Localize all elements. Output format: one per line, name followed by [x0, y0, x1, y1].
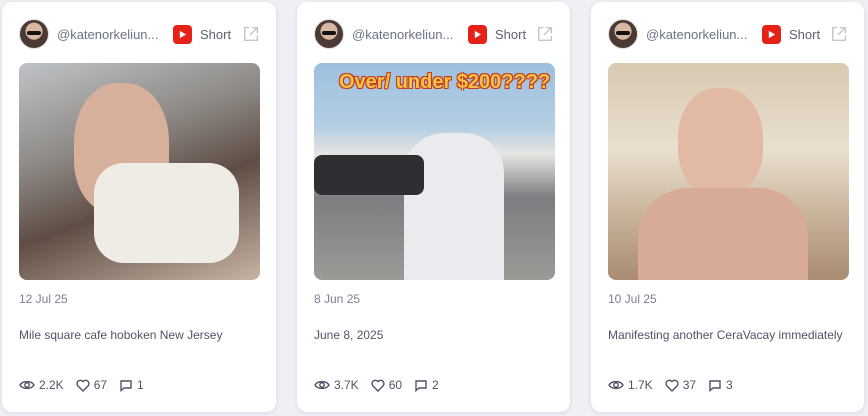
comments-count: 3 — [726, 378, 733, 392]
views-count: 3.7K — [334, 378, 359, 392]
avatar[interactable] — [314, 19, 344, 49]
youtube-icon — [762, 24, 781, 44]
post-caption: Manifesting another CeraVacay immediatel… — [608, 328, 843, 342]
heart-icon — [371, 379, 385, 392]
heart-icon — [665, 379, 679, 392]
youtube-icon — [468, 24, 487, 44]
youtube-icon — [173, 24, 192, 44]
post-stats: 1.7K 37 3 — [608, 378, 745, 392]
video-thumbnail[interactable]: Over/ under $200???? — [314, 63, 555, 280]
post-type-label: Short — [200, 26, 232, 42]
video-thumbnail[interactable] — [608, 63, 849, 280]
external-link-icon[interactable] — [242, 25, 260, 43]
post-stats: 2.2K 67 1 — [19, 378, 156, 392]
post-date: 8 Jun 25 — [314, 292, 361, 306]
post-date: 12 Jul 25 — [19, 292, 68, 306]
creator-handle[interactable]: @katenorkeliun... — [57, 27, 167, 42]
post-stats: 3.7K 60 2 — [314, 378, 451, 392]
card-header: @katenorkeliun... Short — [608, 16, 850, 52]
likes-count: 37 — [682, 378, 697, 392]
comment-icon — [120, 379, 132, 392]
post-type-label: Short — [789, 26, 821, 42]
thumbnail-overlay-text: Over/ under $200???? — [339, 71, 551, 93]
views-count: 2.2K — [39, 378, 64, 392]
eye-icon — [608, 380, 624, 390]
post-card[interactable]: @katenorkeliun... Short 10 Jul 25 Manife… — [591, 2, 864, 412]
creator-handle[interactable]: @katenorkeliun... — [352, 27, 462, 42]
eye-icon — [19, 380, 35, 390]
likes-count: 60 — [388, 378, 403, 392]
comments-count: 1 — [137, 378, 144, 392]
comment-icon — [415, 379, 427, 392]
eye-icon — [314, 380, 330, 390]
heart-icon — [76, 379, 90, 392]
likes-count: 67 — [93, 378, 108, 392]
comment-icon — [709, 379, 721, 392]
post-caption: Mile square cafe hoboken New Jersey — [19, 328, 223, 342]
post-card[interactable]: @katenorkeliun... Short Over/ under $200… — [297, 2, 570, 412]
external-link-icon[interactable] — [830, 25, 848, 43]
views-count: 1.7K — [628, 378, 653, 392]
post-caption: June 8, 2025 — [314, 328, 384, 342]
video-thumbnail[interactable] — [19, 63, 260, 280]
post-type-label: Short — [495, 26, 527, 42]
avatar[interactable] — [19, 19, 49, 49]
creator-handle[interactable]: @katenorkeliun... — [646, 27, 756, 42]
post-card[interactable]: @katenorkeliun... Short 12 Jul 25 Mile s… — [2, 2, 276, 412]
comments-count: 2 — [432, 378, 439, 392]
card-header: @katenorkeliun... Short — [314, 16, 556, 52]
external-link-icon[interactable] — [536, 25, 554, 43]
card-header: @katenorkeliun... Short — [19, 16, 262, 52]
post-date: 10 Jul 25 — [608, 292, 657, 306]
avatar[interactable] — [608, 19, 638, 49]
